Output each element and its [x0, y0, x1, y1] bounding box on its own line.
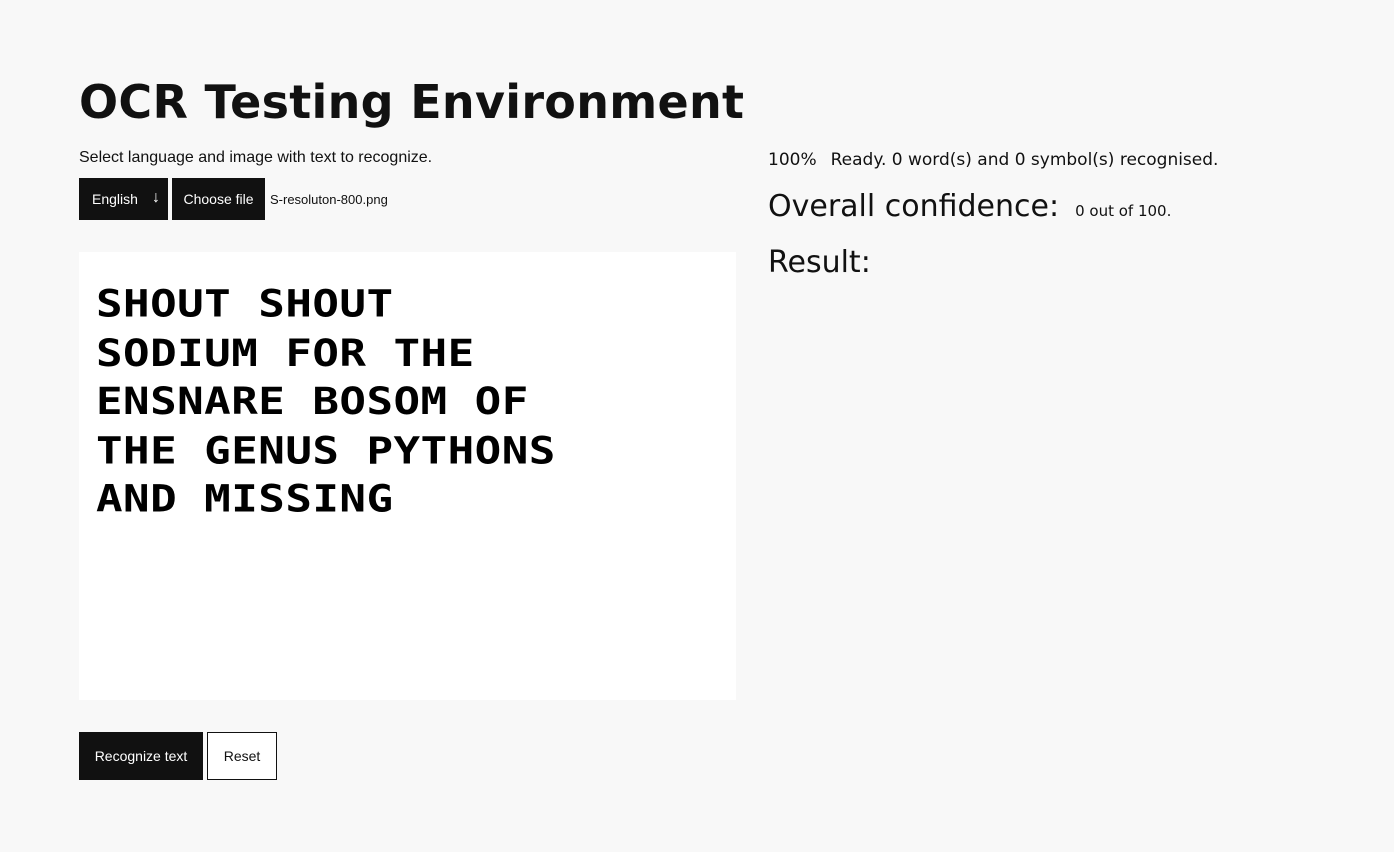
preview-line: AND MISSING: [96, 477, 394, 522]
preview-image-text: SHOUT SHOUT SODIUM FOR THE ENSNARE BOSOM…: [96, 280, 657, 524]
progress-percent: 100%: [768, 150, 817, 170]
recognize-text-button[interactable]: Recognize text: [79, 732, 203, 780]
chevron-down-icon: ↓: [152, 189, 160, 206]
page-subtitle: Select language and image with text to r…: [79, 149, 433, 166]
input-controls: English ↓ Choose file S-resoluton-800.pn…: [79, 178, 388, 220]
selected-file-name: S-resoluton-800.png: [270, 191, 388, 207]
confidence-label: Overall confidence:: [768, 189, 1060, 224]
preview-line: THE GENUS PYTHONS: [96, 428, 556, 473]
confidence-section: Overall confidence: 0 out of 100.: [768, 189, 1171, 225]
page-title: OCR Testing Environment: [79, 75, 745, 129]
status-line: 100% Ready. 0 word(s) and 0 symbol(s) rec…: [768, 149, 1218, 171]
language-select-value: English: [92, 191, 138, 207]
result-heading: Result:: [768, 245, 871, 280]
language-select[interactable]: English ↓: [79, 178, 168, 220]
choose-file-button[interactable]: Choose file: [172, 178, 265, 220]
reset-button[interactable]: Reset: [207, 732, 277, 780]
status-message: Ready. 0 word(s) and 0 symbol(s) recogni…: [830, 150, 1219, 170]
action-buttons: Recognize text Reset: [79, 732, 277, 780]
preview-line: ENSNARE BOSOM OF: [96, 379, 529, 424]
confidence-value: 0 out of 100.: [1075, 202, 1172, 220]
preview-line: SODIUM FOR THE: [96, 331, 475, 375]
image-preview: SHOUT SHOUT SODIUM FOR THE ENSNARE BOSOM…: [79, 252, 736, 700]
preview-line: SHOUT SHOUT: [96, 282, 394, 327]
